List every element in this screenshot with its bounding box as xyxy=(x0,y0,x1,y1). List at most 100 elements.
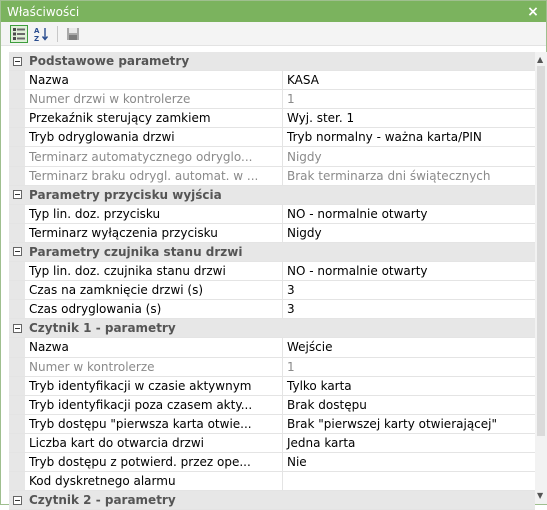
category-label: Parametry czujnika stanu drzwi xyxy=(29,244,243,259)
categorized-view-icon xyxy=(13,27,25,40)
row-gutter xyxy=(9,472,25,491)
property-name: Czas odryglowania (s) xyxy=(25,300,283,319)
category-row[interactable]: Parametry czujnika stanu drzwi xyxy=(9,242,535,263)
property-row[interactable]: Typ lin. doz. czujnika stanu drzwi NO - n… xyxy=(9,262,535,282)
row-gutter xyxy=(9,338,25,357)
property-row[interactable]: Nazwa Wejście xyxy=(9,338,535,358)
property-value[interactable]: Brak "pierwszej karty otwierającej" xyxy=(283,415,535,433)
title-bar: Właściwości × xyxy=(1,1,546,22)
vertical-scrollbar[interactable]: ▲ ▼ xyxy=(535,52,547,504)
property-value[interactable] xyxy=(283,472,535,490)
property-value: Brak terminarza dni świątecznych xyxy=(287,168,491,183)
collapse-icon[interactable] xyxy=(12,190,22,200)
property-value[interactable]: KASA xyxy=(283,71,535,89)
scrollbar-thumb[interactable] xyxy=(537,66,545,436)
row-gutter xyxy=(9,147,25,166)
row-gutter xyxy=(9,452,25,472)
property-row[interactable]: Liczba kart do otwarcia drzwi Jedna karta xyxy=(9,433,535,453)
property-value: 1 xyxy=(287,359,295,374)
category-label: Czytnik 2 - parametry xyxy=(29,493,176,508)
property-name: Nazwa xyxy=(25,71,283,90)
property-row[interactable]: Terminarz braku odrygl. automat. w ... Br… xyxy=(9,166,535,186)
property-row[interactable]: Numer w kontrolerze 1 xyxy=(9,357,535,377)
property-name: Czas na zamknięcie drzwi (s) xyxy=(25,281,283,300)
property-name: Tryb identyfikacji poza czasem akty... xyxy=(25,395,283,414)
property-value: Nigdy xyxy=(287,149,322,164)
property-value[interactable]: NO - normalnie otwarty xyxy=(283,205,535,223)
property-grid: Podstawowe parametry Nazwa KASA Numer drzwi… xyxy=(9,52,535,510)
category-row[interactable]: Parametry przycisku wyjścia xyxy=(9,185,535,205)
row-gutter xyxy=(9,376,25,395)
property-name: Tryb dostępu z potwierd. przez ope... xyxy=(25,452,283,472)
window-title: Właściwości xyxy=(7,4,80,19)
properties-window: Właściwości × A Z Podstawowe parametry N… xyxy=(0,0,547,510)
property-name: Terminarz wyłączenia przycisku xyxy=(25,223,283,242)
property-row[interactable]: Przekaźnik sterujący zamkiem Wyj. ster. 1 xyxy=(9,109,535,129)
property-name: Przekaźnik sterujący zamkiem xyxy=(25,109,283,128)
collapse-icon[interactable] xyxy=(12,247,22,257)
property-row[interactable]: Tryb odryglowania drzwi Tryb normalny - w… xyxy=(9,128,535,148)
collapse-icon[interactable] xyxy=(12,495,22,505)
property-name: Tryb dostępu "pierwsza karta otwie... xyxy=(25,414,283,433)
property-value[interactable]: Nie xyxy=(283,453,535,471)
property-name: Typ lin. doz. przycisku xyxy=(25,204,283,223)
property-value[interactable]: Jedna karta xyxy=(283,434,535,452)
category-row[interactable]: Podstawowe parametry xyxy=(9,52,535,72)
property-row[interactable]: Czas na zamknięcie drzwi (s) 3 xyxy=(9,281,535,301)
property-value[interactable]: Brak dostępu xyxy=(283,396,535,414)
collapse-icon[interactable] xyxy=(12,56,22,66)
property-value[interactable]: Wejście xyxy=(283,338,535,356)
property-row[interactable]: Czas odryglowania (s) 3 xyxy=(9,300,535,320)
scroll-down-icon[interactable]: ▼ xyxy=(537,492,543,500)
category-gutter xyxy=(9,491,25,510)
row-gutter xyxy=(9,300,25,319)
collapse-icon[interactable] xyxy=(12,323,22,333)
category-gutter xyxy=(9,52,25,71)
property-value[interactable]: 3 xyxy=(283,300,535,318)
property-row[interactable]: Tryb dostępu z potwierd. przez ope... Nie xyxy=(9,452,535,473)
category-gutter xyxy=(9,319,25,338)
property-value[interactable]: 3 xyxy=(283,281,535,299)
property-pages-button[interactable] xyxy=(64,25,82,43)
property-value[interactable]: Wyj. ster. 1 xyxy=(283,109,535,127)
property-value[interactable]: Tryb normalny - ważna karta/PIN xyxy=(283,128,535,146)
row-gutter xyxy=(9,414,25,433)
toolbar-separator xyxy=(57,25,58,42)
property-row[interactable]: Nazwa KASA xyxy=(9,71,535,91)
property-name: Terminarz braku odrygl. automat. w ... xyxy=(25,166,283,185)
property-name: Numer drzwi w kontrolerze xyxy=(25,90,283,109)
row-gutter xyxy=(9,281,25,300)
property-row[interactable]: Tryb dostępu "pierwsza karta otwie... Bra… xyxy=(9,414,535,434)
row-gutter xyxy=(9,71,25,90)
svg-text:Z: Z xyxy=(34,35,39,42)
sort-az-icon: A Z xyxy=(34,27,49,42)
property-pages-icon xyxy=(67,27,79,40)
category-row[interactable]: Czytnik 2 - parametry xyxy=(9,491,535,510)
property-value[interactable]: Tylko karta xyxy=(283,377,535,395)
close-icon[interactable]: × xyxy=(526,4,540,20)
toolbar: A Z xyxy=(1,22,546,46)
category-row[interactable]: Czytnik 1 - parametry xyxy=(9,319,535,339)
categorized-view-button[interactable] xyxy=(10,24,28,43)
category-gutter xyxy=(9,185,25,204)
property-row[interactable]: Kod dyskretnego alarmu xyxy=(9,472,535,492)
alphabetical-sort-button[interactable]: A Z xyxy=(33,25,51,43)
row-gutter xyxy=(9,109,25,128)
property-row[interactable]: Terminarz automatycznego odryglo... Nigdy xyxy=(9,147,535,167)
property-row[interactable]: Typ lin. doz. przycisku NO - normalnie ot… xyxy=(9,204,535,224)
property-row[interactable]: Numer drzwi w kontrolerze 1 xyxy=(9,90,535,110)
row-gutter xyxy=(9,166,25,185)
property-row[interactable]: Tryb identyfikacji poza czasem akty... Br… xyxy=(9,395,535,415)
property-row[interactable]: Tryb identyfikacji w czasie aktywnym Tylk… xyxy=(9,376,535,396)
property-value[interactable]: NO - normalnie otwarty xyxy=(283,262,535,280)
scroll-up-icon[interactable]: ▲ xyxy=(537,56,543,64)
property-name: Tryb odryglowania drzwi xyxy=(25,128,283,147)
property-value[interactable]: Nigdy xyxy=(283,224,535,242)
row-gutter xyxy=(9,395,25,414)
category-label: Podstawowe parametry xyxy=(29,54,190,69)
property-name: Liczba kart do otwarcia drzwi xyxy=(25,433,283,452)
property-name: Terminarz automatycznego odryglo... xyxy=(25,147,283,166)
property-value: 1 xyxy=(287,92,295,107)
property-row[interactable]: Terminarz wyłączenia przycisku Nigdy xyxy=(9,223,535,243)
row-gutter xyxy=(9,433,25,452)
